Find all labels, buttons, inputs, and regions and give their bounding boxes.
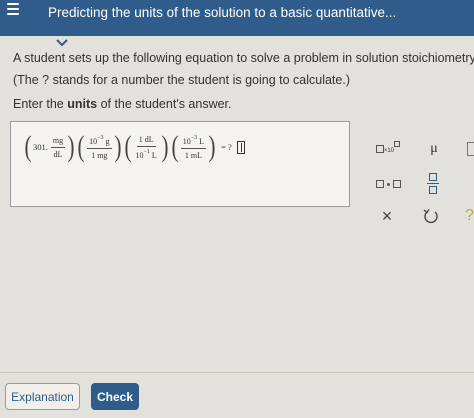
scientific-notation-icon[interactable]: ×10 [373,138,403,160]
term4-num-unit: L [199,136,205,146]
term1-coefficient: 301. [33,142,48,152]
close-paren: ) [114,130,121,163]
clear-icon[interactable]: × [377,206,397,226]
close-paren: ) [67,130,75,163]
term3-den-base: 10 [135,150,144,160]
term4-num-exponent: −3 [190,134,198,141]
open-paren: ( [77,130,85,163]
help-icon[interactable]: ? [465,206,474,226]
check-button[interactable]: Check [91,383,139,410]
open-paren: ( [124,130,131,163]
fraction-icon[interactable] [425,170,441,196]
instruction-suffix: of the student's answer. [100,97,232,111]
term1-numerator: mg [50,136,66,148]
term4-numerator: 10−3 L [180,134,207,149]
term2-num-exponent: −3 [97,134,104,141]
answer-input-box[interactable]: ( 301. mg dL ) ( 10−3 g 1 mg ) ( 1 dL 10… [10,121,350,207]
term3-den-unit: L [151,150,157,160]
problem-statement: A student sets up the following equation… [13,51,474,65]
dot-multiply-icon[interactable] [373,174,403,194]
top-header: Predicting the units of the solution to … [0,0,474,36]
mu-icon[interactable]: μ [423,138,445,160]
sci-label: ×10 [383,148,395,154]
chevron-down-icon[interactable] [53,36,71,50]
equation: ( 301. mg dL ) ( 10−3 g 1 mg ) ( 1 dL 10… [23,132,245,162]
term4-denominator: 1 mL [184,150,202,160]
instruction-prefix: Enter the [13,97,64,111]
term3-fraction: 1 dL 10−1 L [134,135,159,160]
term2-num-unit: g [105,136,110,146]
page-title: Predicting the units of the solution to … [48,5,397,20]
term3-denominator: 10−1 L [134,147,159,160]
instruction: Enter the units of the student's answer. [13,97,232,111]
term3-numerator: 1 dL [136,135,156,147]
undo-icon[interactable] [421,206,441,226]
term2-numerator: 10−3 g [87,134,112,149]
close-paren: ) [161,130,169,163]
footer-divider [0,372,474,373]
extra-palette-button[interactable] [467,142,474,156]
close-paren: ) [208,130,216,163]
term4-fraction: 10−3 L 1 mL [180,134,207,160]
hamburger-menu-icon[interactable] [7,3,21,19]
term3-den-exponent: −1 [143,148,150,155]
equals-unknown: = ? [221,142,232,152]
instruction-bold: units [67,97,98,111]
math-palette: ×10 μ × ? [363,128,474,238]
term2-fraction: 10−3 g 1 mg [87,134,112,160]
open-paren: ( [24,130,32,163]
answer-cursor-field[interactable] [236,140,245,154]
explanation-button[interactable]: Explanation [5,383,80,410]
problem-note: (The ? stands for a number the student i… [13,73,350,87]
term1-fraction: mg dL [50,136,66,159]
open-paren: ( [171,130,179,163]
term2-num-base: 10 [89,136,98,146]
term2-denominator: 1 mg [91,150,108,160]
term4-num-base: 10 [182,136,191,146]
term1-denominator: dL [53,149,63,159]
